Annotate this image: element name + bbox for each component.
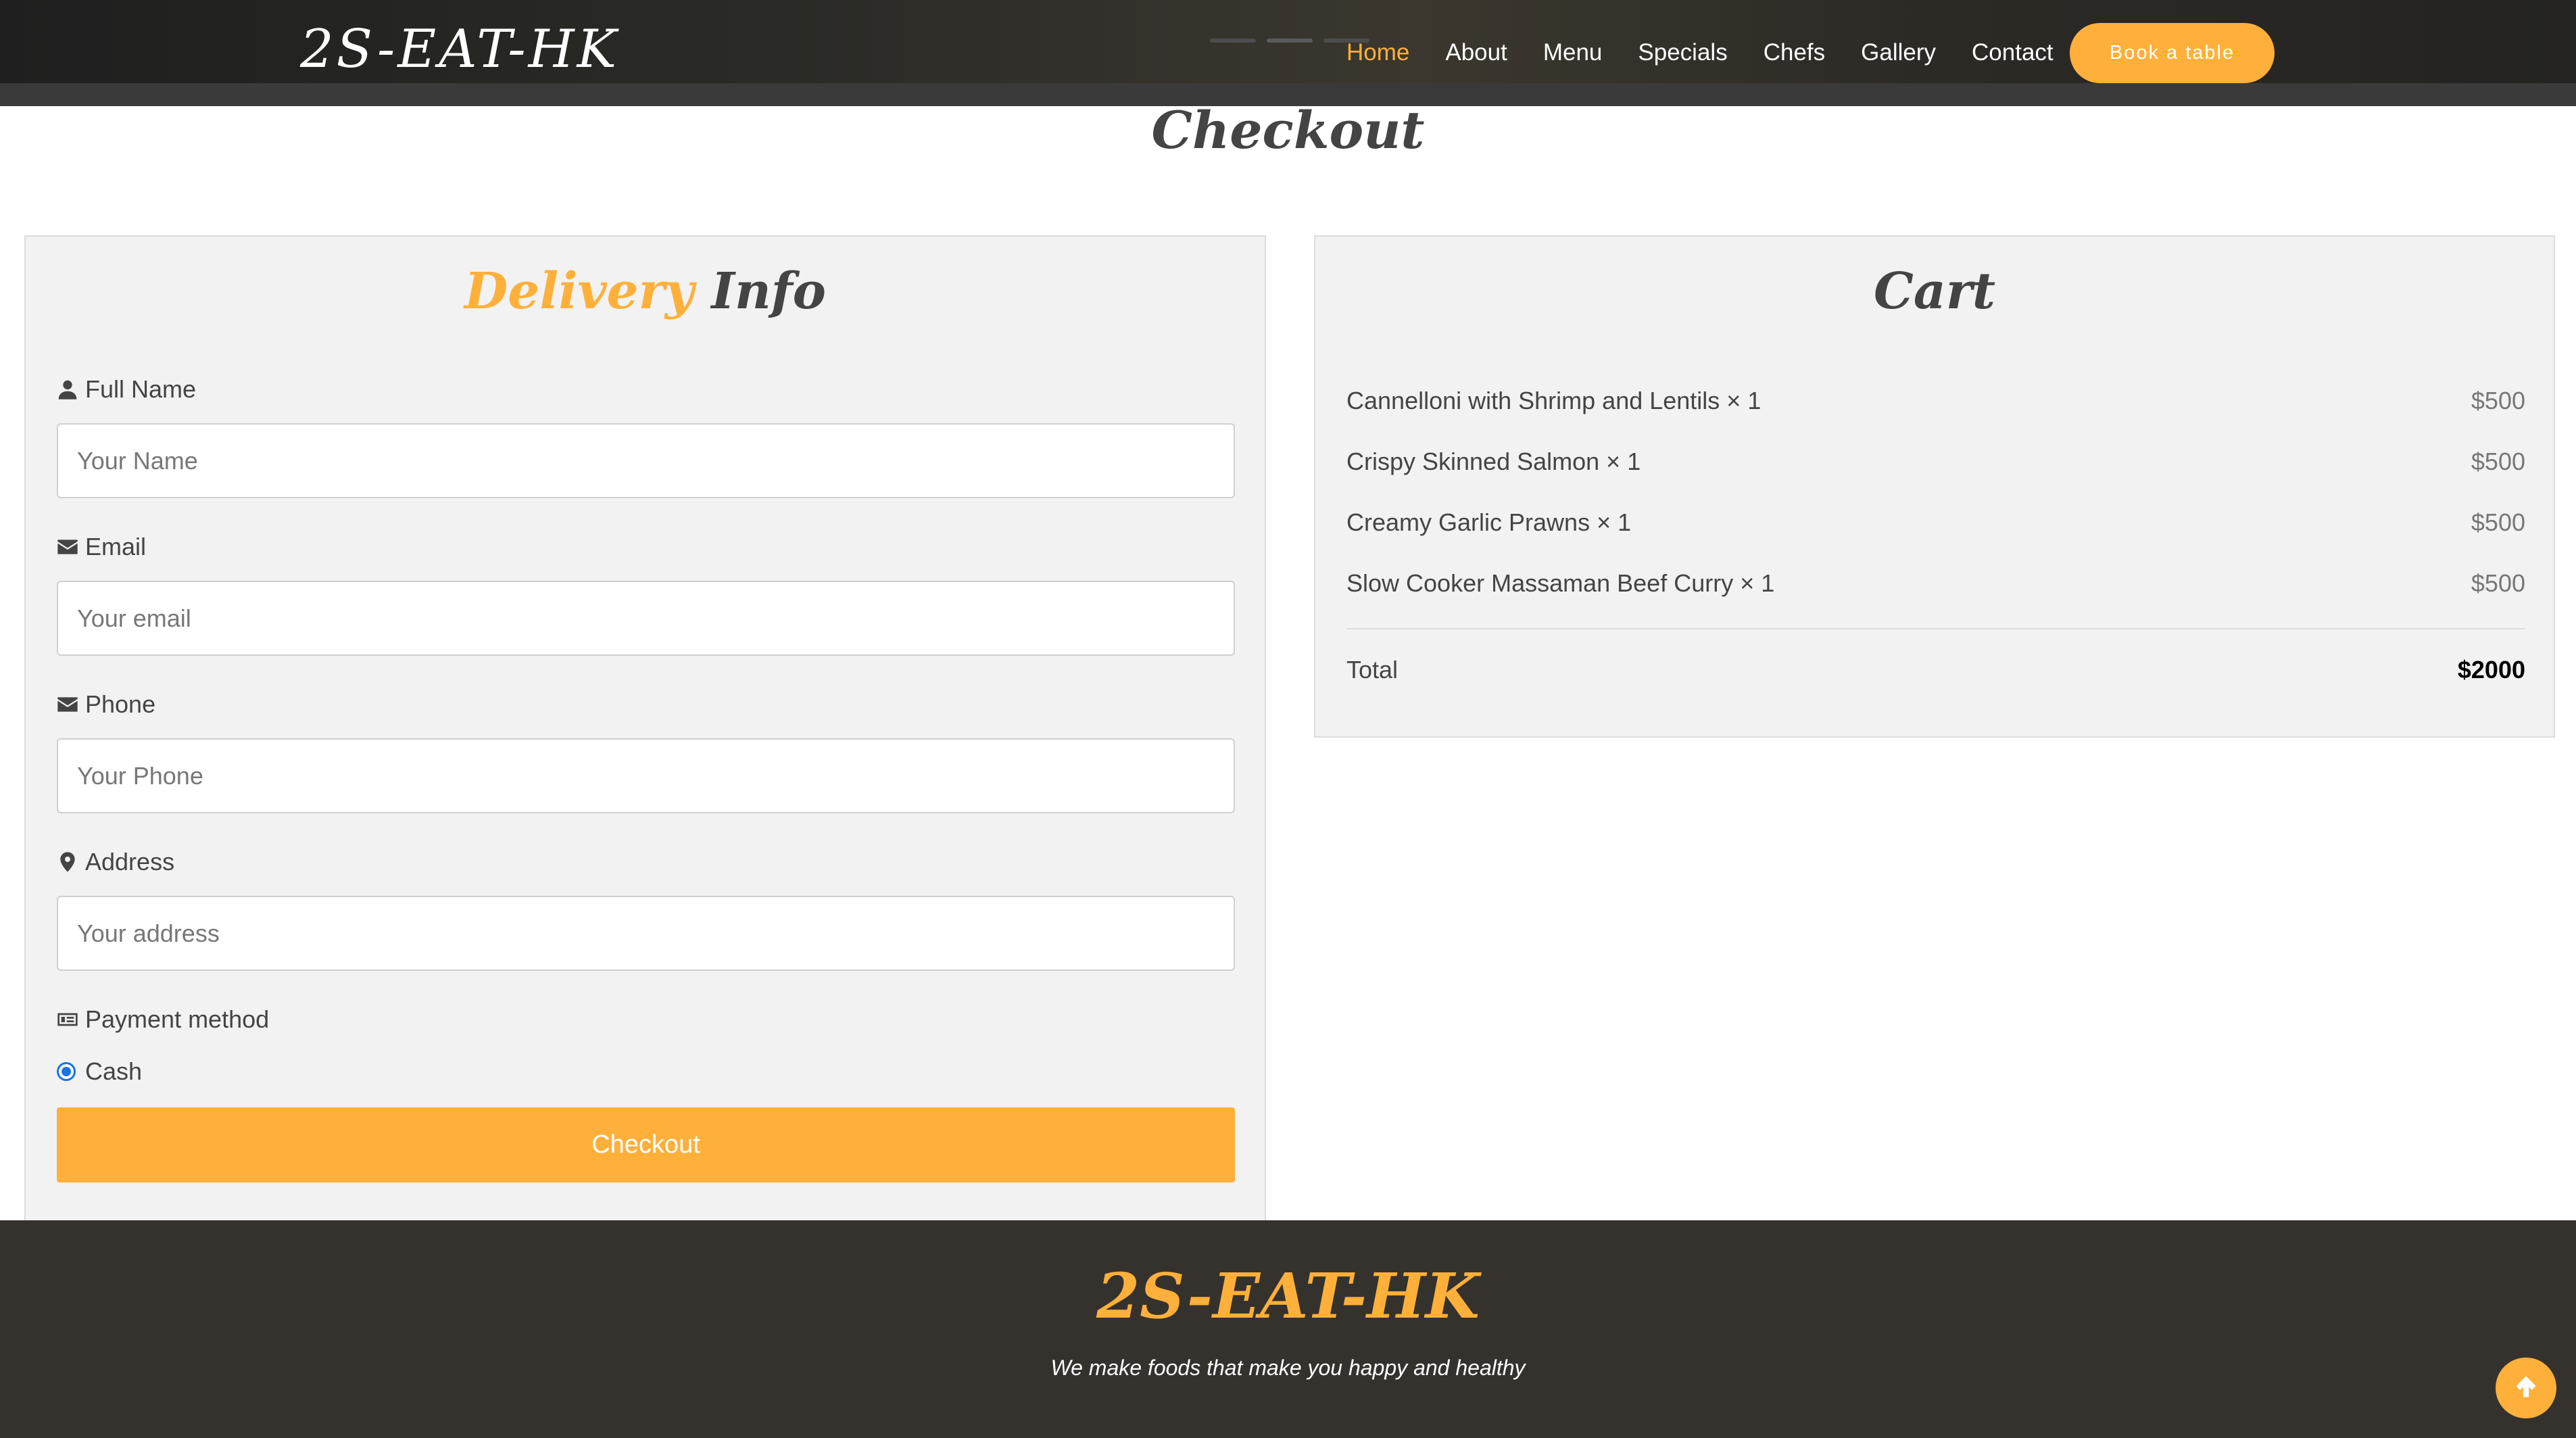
hero-slider-indicators[interactable] (1210, 39, 1369, 43)
book-table-button[interactable]: Book a table (2070, 23, 2275, 83)
map-marker-icon (60, 852, 75, 872)
full-name-label-text: Full Name (85, 375, 197, 403)
cart-total-value: $2000 (2457, 656, 2525, 684)
footer-logo: 2S-EAT-HK (1096, 1260, 1480, 1333)
address-label-text: Address (85, 848, 175, 876)
footer: 2S-EAT-HK We make foods that make you ha… (0, 1220, 2576, 1438)
nav-home[interactable]: Home (1346, 37, 1409, 68)
email-label: Email (57, 533, 146, 561)
user-icon (58, 380, 77, 400)
payment-method-label: Payment method (57, 1005, 269, 1034)
checkout-button[interactable]: Checkout (57, 1107, 1235, 1182)
cart-item: Creamy Garlic Prawns × 1 $500 (1346, 508, 2525, 537)
footer-tagline: We make foods that make you happy and he… (1050, 1356, 1526, 1380)
nav-chefs[interactable]: Chefs (1764, 37, 1825, 68)
cash-radio-label[interactable]: Cash (85, 1057, 142, 1086)
main-nav: Home About Menu Specials Chefs Gallery C… (1346, 37, 2089, 68)
cart-total-label: Total (1346, 656, 1399, 684)
cart-card: Cart Cannelloni with Shrimp and Lentils … (1314, 235, 2555, 738)
email-label-text: Email (85, 533, 147, 560)
cart-item-price: $500 (2471, 569, 2525, 597)
arrow-up-icon (2516, 1376, 2536, 1397)
email-input[interactable] (57, 581, 1235, 656)
payment-option-cash[interactable]: Cash (57, 1057, 142, 1086)
phone-label-text: Phone (85, 690, 156, 718)
delivery-info-title: Delivery Info (26, 262, 1265, 320)
nav-gallery[interactable]: Gallery (1861, 37, 1936, 68)
phone-label: Phone (57, 690, 155, 719)
cash-radio[interactable] (57, 1062, 76, 1081)
nav-contact[interactable]: Contact (1972, 37, 2053, 68)
cart-item-name: Slow Cooker Massaman Beef Curry × 1 (1346, 569, 1775, 597)
site-logo[interactable]: 2S-EAT-HK (300, 19, 619, 80)
cart-item-price: $500 (2471, 508, 2525, 536)
slider-dot[interactable] (1267, 39, 1313, 43)
cart-item: Cannelloni with Shrimp and Lentils × 1 $… (1346, 387, 2525, 415)
cart-item-price: $500 (2471, 448, 2525, 475)
back-to-top-button[interactable] (2496, 1358, 2556, 1418)
address-input[interactable] (57, 896, 1235, 971)
cart-total-row: Total $2000 (1346, 656, 2525, 684)
cart-item: Crispy Skinned Salmon × 1 $500 (1346, 448, 2525, 476)
top-header: 2S-EAT-HK Home About Menu Specials Chefs… (0, 0, 2576, 106)
slider-dot[interactable] (1210, 39, 1256, 43)
cart-divider (1346, 628, 2525, 629)
cart-title: Cart (1873, 262, 1995, 320)
nav-about[interactable]: About (1445, 37, 1507, 68)
envelope-icon (57, 540, 78, 554)
cart-item: Slow Cooker Massaman Beef Curry × 1 $500 (1346, 569, 2525, 598)
payment-method-label-text: Payment method (85, 1005, 270, 1033)
page-title: Checkout (1151, 100, 1425, 160)
delivery-title-rest: Info (711, 262, 826, 320)
nav-specials[interactable]: Specials (1638, 37, 1727, 68)
cart-item-name: Cannelloni with Shrimp and Lentils × 1 (1346, 387, 1761, 414)
delivery-title-accent: Delivery (464, 262, 694, 320)
phone-input[interactable] (57, 738, 1235, 813)
cart-item-price: $500 (2471, 387, 2525, 414)
full-name-label: Full Name (57, 375, 196, 404)
full-name-input[interactable] (57, 423, 1235, 498)
address-label: Address (57, 848, 174, 876)
cart-item-name: Creamy Garlic Prawns × 1 (1346, 508, 1632, 536)
money-bill-icon (57, 1013, 78, 1026)
envelope-icon (57, 697, 78, 712)
cart-item-name: Crispy Skinned Salmon × 1 (1346, 448, 1641, 475)
nav-menu[interactable]: Menu (1543, 37, 1603, 68)
